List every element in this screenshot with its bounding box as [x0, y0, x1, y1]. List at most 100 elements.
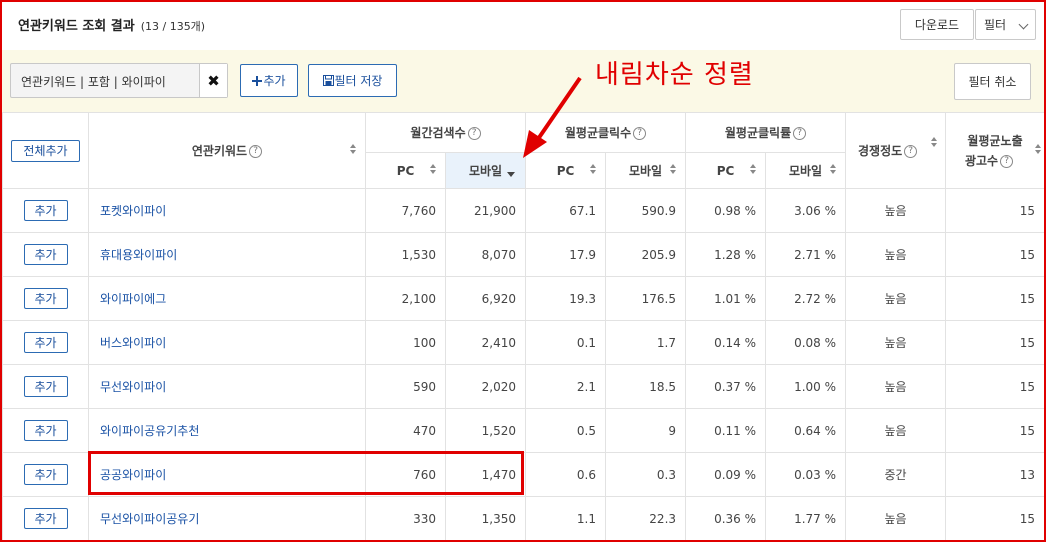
- cell-search-mobile: 1,520: [444, 408, 527, 453]
- cell-ctr-pc: 0.37 %: [685, 364, 767, 409]
- header-monthly-search-label: 월간검색수: [410, 126, 466, 140]
- header-search-pc[interactable]: PC: [365, 152, 446, 189]
- filter-chip-text: 연관키워드 | 포함 | 와이파이: [21, 75, 166, 89]
- add-keyword-button[interactable]: 추가: [23, 200, 68, 221]
- table-row: 추가 와이파이에그 2,100 6,920 19.3 176.5 1.01 % 2.72 % 높…: [2, 276, 1044, 321]
- sort-icon[interactable]: [430, 163, 436, 174]
- cell-ctr-pc: 0.36 %: [685, 496, 767, 540]
- sort-desc-icon[interactable]: [507, 171, 516, 177]
- cell-search-pc: 760: [365, 452, 446, 497]
- cell-click-pc: 67.1: [525, 188, 607, 233]
- sub-mobile-label: 모바일: [628, 164, 663, 178]
- cell-ctr-pc: 1.28 %: [685, 232, 767, 277]
- help-icon[interactable]: ?: [1000, 154, 1014, 168]
- cell-search-pc: 470: [365, 408, 446, 453]
- sort-icon[interactable]: [1035, 143, 1042, 154]
- add-keyword-button[interactable]: 추가: [23, 508, 68, 529]
- keyword-link[interactable]: 와이파이공유기추천: [88, 408, 366, 453]
- cell-ctr-mobile: 0.03 %: [765, 452, 847, 497]
- results-title: 연관키워드 조회 결과 (13 / 135개): [18, 15, 205, 34]
- cell-ads: 15: [945, 188, 1044, 233]
- header-ctr-pc[interactable]: PC: [685, 152, 767, 189]
- cell-click-mobile: 1.7: [605, 320, 687, 365]
- save-filter-button[interactable]: 필터 저장: [308, 64, 397, 97]
- cell-ads: 15: [945, 276, 1044, 321]
- header-keyword[interactable]: 연관키워드?: [88, 112, 366, 189]
- header-competition[interactable]: 경쟁정도?: [845, 112, 947, 189]
- add-keyword-button[interactable]: 추가: [23, 332, 68, 353]
- sort-icon[interactable]: [350, 143, 356, 154]
- add-keyword-button[interactable]: 추가: [23, 464, 68, 485]
- keyword-link[interactable]: 공공와이파이: [88, 452, 366, 497]
- sort-icon[interactable]: [750, 163, 757, 174]
- cell-ctr-pc: 0.11 %: [685, 408, 767, 453]
- header-monthly-ctr-label: 월평균클릭률: [724, 126, 792, 140]
- keyword-link[interactable]: 버스와이파이: [88, 320, 366, 365]
- cell-ctr-pc: 1.01 %: [685, 276, 767, 321]
- sub-pc-label: PC: [716, 163, 735, 178]
- table-row: 추가 무선와이파이 590 2,020 2.1 18.5 0.37 % 1.00 % 높음 15: [2, 364, 1044, 409]
- save-icon: [322, 75, 334, 86]
- sub-mobile-label: 모바일: [788, 164, 823, 178]
- help-icon[interactable]: ?: [793, 127, 807, 140]
- sort-icon[interactable]: [670, 163, 677, 174]
- sort-icon[interactable]: [830, 163, 837, 174]
- cell-ads: 15: [945, 364, 1044, 409]
- cell-search-mobile: 21,900: [444, 188, 527, 233]
- add-all-button[interactable]: 전체추가: [11, 139, 80, 162]
- table-body: 추가 포켓와이파이 7,760 21,900 67.1 590.9 0.98 % 3.06 %…: [2, 188, 1044, 540]
- header-click-mobile[interactable]: 모바일: [605, 152, 687, 189]
- header-keyword-label: 연관키워드: [191, 144, 248, 158]
- cell-search-mobile: 1,350: [444, 496, 527, 540]
- add-keyword-button[interactable]: 추가: [23, 244, 68, 265]
- sort-icon[interactable]: [590, 163, 597, 174]
- cell-add: 추가: [2, 232, 89, 277]
- close-icon[interactable]: ✖: [199, 64, 227, 97]
- add-filter-button[interactable]: 추가: [240, 64, 298, 97]
- filter-dropdown[interactable]: 필터: [975, 9, 1036, 40]
- keyword-link[interactable]: 포켓와이파이: [88, 188, 366, 233]
- help-icon[interactable]: ?: [467, 127, 481, 140]
- header-ad-impressions[interactable]: 월평균노출 광고수?: [945, 112, 1044, 189]
- cell-click-pc: 19.3: [525, 276, 607, 321]
- keyword-table: 전체추가 연관키워드? 월간검색수? 월평균클릭수? 월평균클릭률? 경쟁정도?…: [2, 112, 1044, 540]
- cell-search-mobile: 2,020: [444, 364, 527, 409]
- cell-competition: 높음: [845, 364, 947, 409]
- cell-competition: 높음: [845, 496, 947, 540]
- cell-ctr-mobile: 0.08 %: [765, 320, 847, 365]
- cell-ads: 15: [945, 496, 1044, 540]
- cell-search-pc: 590: [365, 364, 446, 409]
- add-keyword-button[interactable]: 추가: [23, 420, 68, 441]
- cell-competition: 높음: [845, 276, 947, 321]
- keyword-link[interactable]: 무선와이파이공유기: [88, 496, 366, 540]
- cell-competition: 중간: [845, 452, 947, 497]
- filter-chip[interactable]: 연관키워드 | 포함 | 와이파이 ✖: [10, 63, 228, 98]
- table-row: 추가 무선와이파이공유기 330 1,350 1.1 22.3 0.36 % 1.77 % 높음…: [2, 496, 1044, 540]
- chevron-down-icon: [1018, 19, 1029, 30]
- header-ctr-mobile[interactable]: 모바일: [765, 152, 847, 189]
- cell-click-pc: 0.6: [525, 452, 607, 497]
- table-row: 추가 와이파이공유기추천 470 1,520 0.5 9 0.11 % 0.64 % 높음 15: [2, 408, 1044, 453]
- add-keyword-button[interactable]: 추가: [23, 288, 68, 309]
- cell-search-pc: 1,530: [365, 232, 446, 277]
- keyword-link[interactable]: 무선와이파이: [88, 364, 366, 409]
- download-button[interactable]: 다운로드: [900, 9, 974, 40]
- keyword-link[interactable]: 와이파이에그: [88, 276, 366, 321]
- add-keyword-button[interactable]: 추가: [23, 376, 68, 397]
- cell-click-mobile: 205.9: [605, 232, 687, 277]
- cancel-filter-button[interactable]: 필터 취소: [954, 63, 1031, 100]
- keyword-link[interactable]: 휴대용와이파이: [88, 232, 366, 277]
- cell-add: 추가: [2, 188, 89, 233]
- help-icon[interactable]: ?: [249, 145, 263, 158]
- help-icon[interactable]: ?: [633, 127, 647, 140]
- cell-ctr-mobile: 0.64 %: [765, 408, 847, 453]
- cell-add: 추가: [2, 320, 89, 365]
- sort-icon[interactable]: [931, 136, 938, 147]
- cell-competition: 높음: [845, 188, 947, 233]
- cell-search-pc: 2,100: [365, 276, 446, 321]
- sub-pc-label: PC: [396, 163, 415, 178]
- save-filter-label: 필터 저장: [334, 74, 383, 88]
- help-icon[interactable]: ?: [904, 145, 918, 158]
- cell-ctr-mobile: 1.00 %: [765, 364, 847, 409]
- header-search-mobile[interactable]: 모바일: [444, 152, 527, 189]
